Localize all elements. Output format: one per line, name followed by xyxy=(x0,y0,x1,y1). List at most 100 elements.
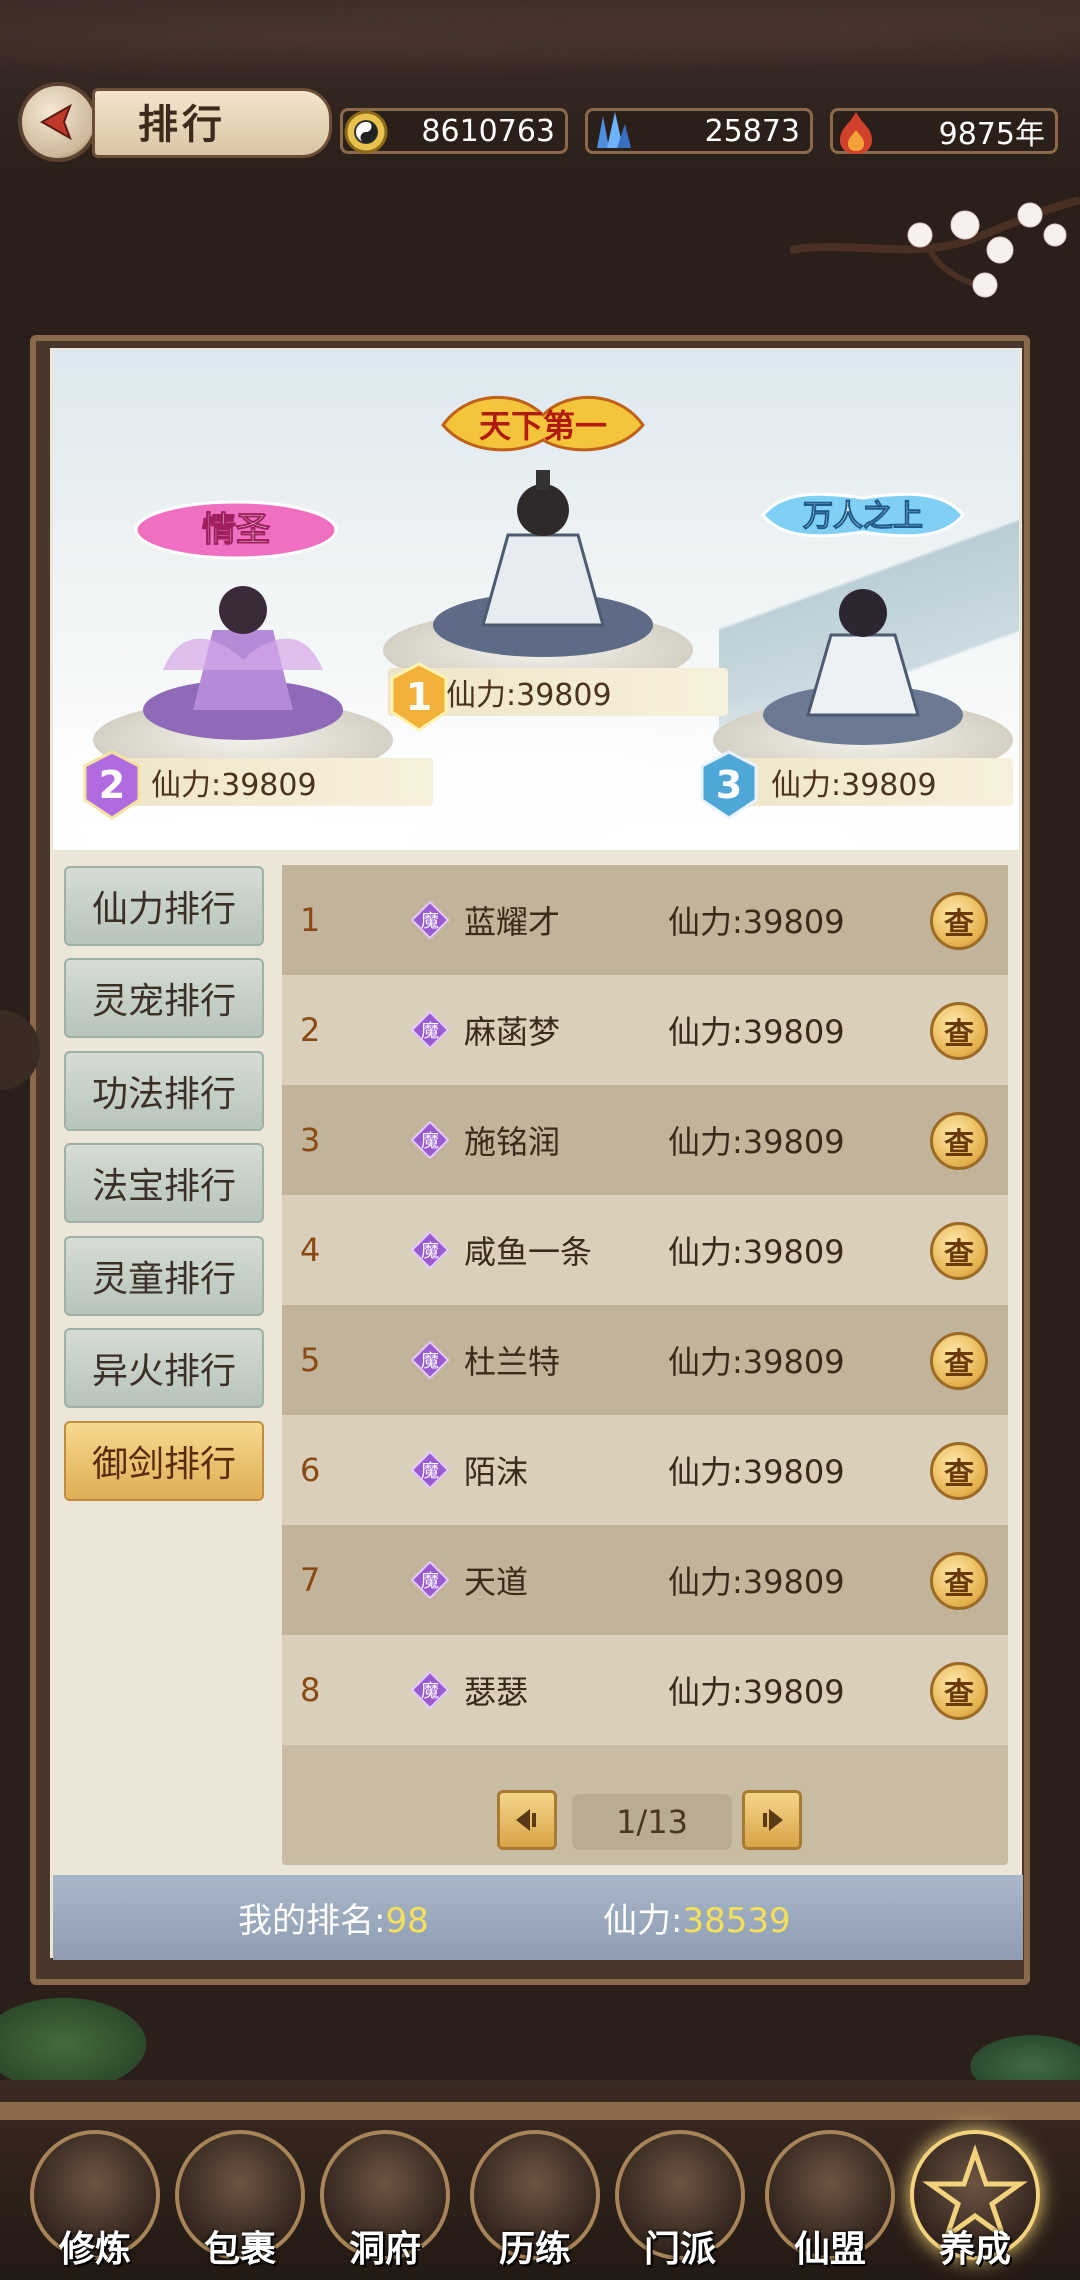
rank2-title-tag: 情圣 xyxy=(134,500,338,560)
rank3-power: 仙力:39809 xyxy=(771,768,937,803)
ranking-list: 1 魔 蓝耀才 仙力:39809 查 2 魔 麻菡梦 仙力:39809 查 3 … xyxy=(282,865,1008,1865)
crystal-value: 25873 xyxy=(704,113,800,149)
player-power: 仙力:39809 xyxy=(668,1563,845,1601)
my-rank: 我的排名:98 xyxy=(238,1893,429,1942)
tab-immortal-power[interactable]: 仙力排行 xyxy=(64,866,264,946)
tab-treasure[interactable]: 法宝排行 xyxy=(64,1143,264,1223)
rank2-badge-number: 2 xyxy=(98,763,126,807)
player-power: 仙力:39809 xyxy=(668,903,845,941)
back-arrow-icon xyxy=(39,103,72,141)
back-button[interactable] xyxy=(18,82,98,162)
player-name: 麻菡梦 xyxy=(464,1013,561,1051)
ranking-row: 7 魔 天道 仙力:39809 查 xyxy=(282,1525,1008,1635)
rank3-title-tag: 万人之上 xyxy=(761,492,965,538)
demon-faction-icon: 魔 xyxy=(410,1120,450,1160)
nav-bag-label: 包裹 xyxy=(203,2228,276,2270)
pine-tree-decoration xyxy=(0,1990,160,2080)
svg-text:魔: 魔 xyxy=(421,1681,439,1702)
rank1-character[interactable] xyxy=(423,440,663,660)
ranking-row: 8 魔 瑟瑟 仙力:39809 查 xyxy=(282,1635,1008,1745)
demon-faction-icon: 魔 xyxy=(410,900,450,940)
yin-yang-coin-icon xyxy=(337,103,395,161)
demon-faction-icon: 魔 xyxy=(410,1340,450,1380)
demon-faction-icon: 魔 xyxy=(410,1560,450,1600)
svg-text:魔: 魔 xyxy=(421,1571,439,1592)
rank2-power-plate: 仙力:39809 xyxy=(93,758,433,806)
tab-strange-fire[interactable]: 异火排行 xyxy=(64,1328,264,1408)
prev-page-button[interactable] xyxy=(497,1790,557,1850)
nav-sect-label: 门派 xyxy=(643,2228,716,2270)
nav-cave-label: 洞府 xyxy=(348,2228,421,2270)
player-power: 仙力:39809 xyxy=(668,1343,845,1381)
ranking-row: 1 魔 蓝耀才 仙力:39809 查 xyxy=(282,865,1008,975)
rank3-badge-number: 3 xyxy=(715,763,743,807)
demon-faction-icon: 魔 xyxy=(410,1010,450,1050)
top3-podium-banner: 情圣 仙力:39809 2 天下第一 仙力:39809 1 万人之上 仙力:39… xyxy=(53,350,1019,850)
ranking-row: 4 魔 咸鱼一条 仙力:39809 查 xyxy=(282,1195,1008,1305)
nav-develop-label: 养成 xyxy=(938,2228,1011,2270)
view-player-button[interactable]: 查 xyxy=(930,1442,988,1500)
player-name: 咸鱼一条 xyxy=(464,1233,593,1271)
player-name: 杜兰特 xyxy=(464,1343,561,1381)
rank2-character[interactable] xyxy=(133,550,353,740)
my-power: 仙力:38539 xyxy=(603,1893,791,1942)
chevron-right-icon xyxy=(763,1809,783,1831)
player-name: 陌沫 xyxy=(464,1453,529,1491)
rank3-title-text: 万人之上 xyxy=(803,499,923,534)
view-player-button[interactable]: 查 xyxy=(930,892,988,950)
view-player-button[interactable]: 查 xyxy=(930,1662,988,1720)
ranking-row: 2 魔 麻菡梦 仙力:39809 查 xyxy=(282,975,1008,1085)
view-player-button[interactable]: 查 xyxy=(930,1222,988,1280)
tab-spirit-pet[interactable]: 灵宠排行 xyxy=(64,958,264,1038)
nav-alliance-label: 仙盟 xyxy=(793,2228,866,2270)
player-power: 仙力:39809 xyxy=(668,1123,845,1161)
bottom-navigation: 修炼 包裹 洞府 历练 门派 仙盟 养成 xyxy=(0,2080,1080,2280)
rank3-character[interactable] xyxy=(753,555,973,745)
svg-text:魔: 魔 xyxy=(421,1461,439,1482)
row-rank: 4 xyxy=(300,1231,321,1269)
row-rank: 3 xyxy=(300,1121,321,1159)
svg-text:魔: 魔 xyxy=(421,1131,439,1152)
view-player-button[interactable]: 查 xyxy=(930,1112,988,1170)
rank2-power: 仙力:39809 xyxy=(151,768,317,803)
lifespan-value: 9875年 xyxy=(938,117,1045,152)
blue-crystal-icon xyxy=(582,103,640,161)
my-rank-value: 98 xyxy=(385,1901,429,1941)
rank2-title-text: 情圣 xyxy=(202,510,270,550)
player-power: 仙力:39809 xyxy=(668,1673,845,1711)
red-flame-icon xyxy=(827,103,885,161)
svg-text:魔: 魔 xyxy=(421,1241,439,1262)
tab-technique[interactable]: 功法排行 xyxy=(64,1051,264,1131)
lifespan-counter: 9875年 xyxy=(830,108,1058,154)
view-player-button[interactable]: 查 xyxy=(930,1332,988,1390)
tab-spirit-child[interactable]: 灵童排行 xyxy=(64,1236,264,1316)
page-title: 排行 xyxy=(138,101,226,148)
player-name: 天道 xyxy=(464,1563,529,1601)
rank3-badge: 3 xyxy=(698,750,760,820)
demon-faction-icon: 魔 xyxy=(410,1670,450,1710)
svg-text:魔: 魔 xyxy=(421,1021,439,1042)
player-power: 仙力:39809 xyxy=(668,1453,845,1491)
nav-trial-label: 历练 xyxy=(498,2228,571,2270)
next-page-button[interactable] xyxy=(742,1790,802,1850)
ranking-category-tabs: 仙力排行 灵宠排行 功法排行 法宝排行 灵童排行 异火排行 御剑排行 xyxy=(58,858,270,1873)
view-player-button[interactable]: 查 xyxy=(930,1552,988,1610)
rank1-power: 仙力:39809 xyxy=(446,678,612,713)
row-rank: 6 xyxy=(300,1451,321,1489)
rank1-badge-number: 1 xyxy=(405,675,433,719)
pagination: 1/13 xyxy=(282,1780,1008,1860)
rank2-badge: 2 xyxy=(81,750,143,820)
rank1-title-text: 天下第一 xyxy=(479,407,607,445)
demon-faction-icon: 魔 xyxy=(410,1450,450,1490)
tab-sword-flight[interactable]: 御剑排行 xyxy=(64,1421,264,1501)
player-name: 瑟瑟 xyxy=(464,1673,529,1711)
player-power: 仙力:39809 xyxy=(668,1013,845,1051)
my-power-label: 仙力: xyxy=(603,1901,683,1941)
row-rank: 1 xyxy=(300,901,321,939)
svg-text:魔: 魔 xyxy=(421,911,439,932)
row-rank: 2 xyxy=(300,1011,321,1049)
player-power: 仙力:39809 xyxy=(668,1233,845,1271)
svg-text:魔: 魔 xyxy=(421,1351,439,1372)
view-player-button[interactable]: 查 xyxy=(930,1002,988,1060)
ranking-row: 3 魔 施铭润 仙力:39809 查 xyxy=(282,1085,1008,1195)
